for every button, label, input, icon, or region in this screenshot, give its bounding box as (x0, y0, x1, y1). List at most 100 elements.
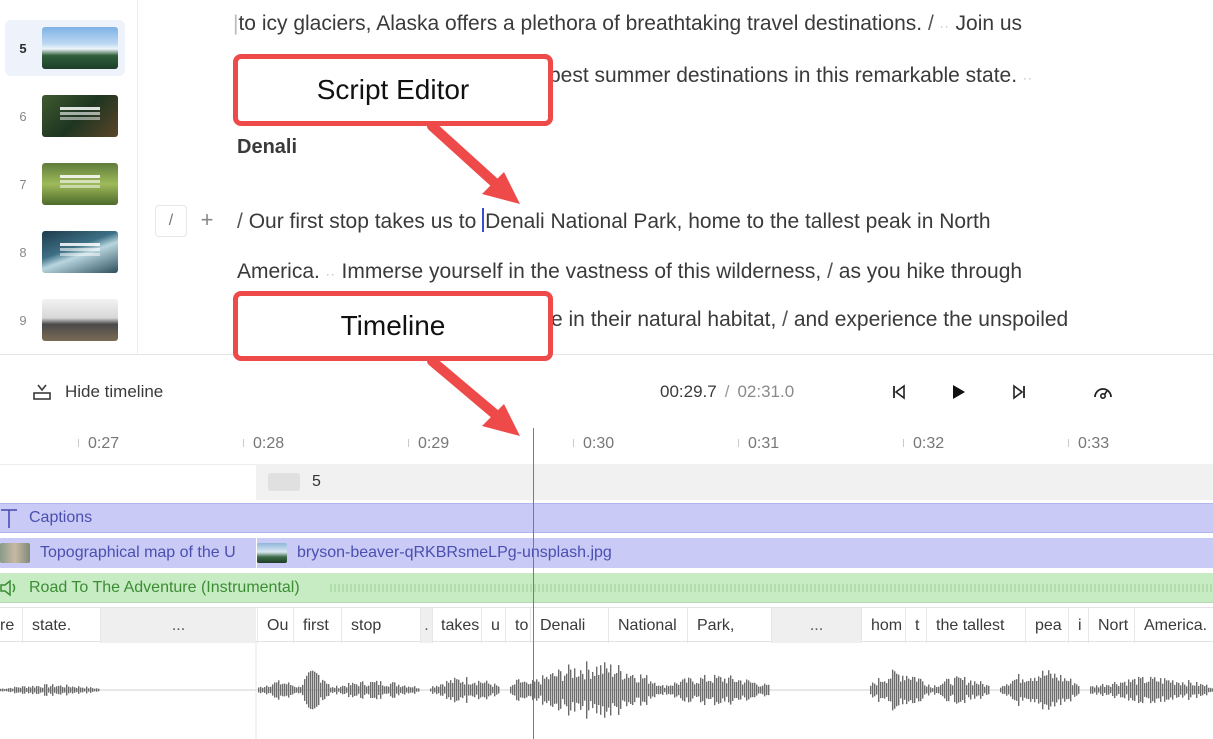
waveform-bar (922, 681, 924, 699)
waveform-bar (1098, 687, 1100, 693)
slide-thumbnail-9[interactable]: 9 (5, 292, 125, 348)
waveform-bar (570, 669, 572, 711)
waveform-bar (974, 681, 976, 699)
word-chip[interactable]: stop (341, 608, 420, 643)
waveform-bar (84, 688, 86, 692)
waveform-bar (758, 686, 760, 694)
waveform-bar (50, 686, 52, 694)
script-line[interactable]: best summer destinations in this remarka… (549, 64, 1033, 88)
waveform-bar (430, 688, 432, 692)
waveform-bar (612, 676, 614, 704)
word-chip[interactable]: to (505, 608, 530, 643)
slide-thumbnail-8[interactable]: 8 (5, 224, 125, 280)
insert-slash-button[interactable]: / (155, 205, 187, 237)
waveform-bar (372, 681, 374, 699)
waveform-bar (1094, 687, 1096, 693)
waveform-bar (654, 682, 656, 698)
waveform-bar (1176, 682, 1178, 698)
word-chip[interactable]: takes (432, 608, 481, 643)
waveform-bar (716, 677, 718, 703)
slide-thumbnail-6[interactable]: 6 (5, 88, 125, 144)
timeline-ruler[interactable]: 0:27 0:28 0:29 0:30 0:31 0:32 0:33 (0, 426, 1213, 462)
script-line[interactable]: |to icy glaciers, Alaska offers a pletho… (233, 12, 1022, 36)
waveform-bar (600, 665, 602, 715)
word-chip[interactable]: first (293, 608, 341, 643)
word-chip[interactable]: Ou (257, 608, 293, 643)
waveform-bar (714, 674, 716, 706)
script-line-active[interactable]: / Our first stop takes us to Denali Nati… (237, 208, 991, 234)
word-chip[interactable]: t (905, 608, 926, 643)
waveform-bar (1178, 682, 1180, 698)
playback-speed-button[interactable] (1091, 381, 1115, 403)
waveform-bar (926, 686, 928, 694)
word-chip[interactable]: Park, (687, 608, 771, 643)
word-chip[interactable]: America. (1134, 608, 1213, 643)
media-clip-label: Topographical map of the U (40, 544, 236, 561)
waveform-bar (262, 687, 264, 693)
script-line[interactable]: e in their natural habitat, / and experi… (551, 308, 1068, 332)
waveform-bar (310, 671, 312, 709)
skip-back-button[interactable] (887, 381, 911, 403)
waveform-bar (1174, 684, 1176, 696)
script-text: e in their natural habitat, (551, 308, 777, 331)
waveform-bar (278, 680, 280, 700)
captions-track[interactable]: Captions (0, 503, 1213, 533)
word-chip[interactable]: state. (22, 608, 100, 643)
current-time: 00:29.7 (660, 382, 717, 401)
word-chip[interactable]: u (481, 608, 505, 643)
word-chip[interactable]: Nort (1088, 608, 1134, 643)
pause-chip[interactable]: ... (771, 608, 861, 643)
add-line-button[interactable]: + (195, 205, 219, 237)
word-chip[interactable]: re (0, 608, 22, 643)
waveform-bar (298, 686, 300, 694)
skip-back-icon (893, 384, 905, 400)
captions-label: Captions (29, 509, 93, 526)
voice-waveform-track[interactable] (0, 642, 1213, 739)
waveform-bar (578, 676, 580, 704)
music-track[interactable]: Road To The Adventure (Instrumental) (0, 573, 1213, 603)
waveform-bar (1186, 686, 1188, 694)
scene-heading[interactable]: Denali (237, 136, 297, 159)
waveform-bar (712, 682, 714, 698)
slide-thumbnail-5[interactable]: 5 (5, 20, 125, 76)
waveform-bar (380, 681, 382, 699)
word-chip[interactable]: the tallest (926, 608, 1025, 643)
pause-chip[interactable]: . (420, 608, 432, 643)
playhead[interactable] (533, 428, 534, 739)
word-chip[interactable]: i (1068, 608, 1088, 643)
waveform-bar (740, 680, 742, 700)
waveform-bar (542, 675, 544, 705)
scene-track-previous[interactable] (0, 464, 256, 500)
slide-image (42, 95, 118, 137)
waveform-bar (1182, 682, 1184, 698)
media-clip-bryson-beaver[interactable]: bryson-beaver-qRKBRsmeLPg-unsplash.jpg (257, 538, 1213, 568)
waveform-bar (304, 679, 306, 701)
waveform-bar (618, 665, 620, 715)
waveform-bar (1160, 678, 1162, 702)
waveform-bar (1114, 681, 1116, 699)
play-button[interactable] (946, 381, 970, 403)
waveform-bar (384, 686, 386, 694)
waveform-bar (1040, 677, 1042, 703)
skip-forward-button[interactable] (1007, 381, 1031, 403)
waveform-bar (94, 688, 96, 692)
hide-timeline-button[interactable]: Hide timeline (32, 381, 163, 403)
word-chip[interactable]: National (608, 608, 687, 643)
waveform-bar (58, 685, 60, 695)
waveform-bar (622, 679, 624, 701)
script-line[interactable]: America. ·· Immerse yourself in the vast… (237, 260, 1022, 284)
scene-track[interactable]: 5 (256, 464, 1213, 500)
waveform-bar (258, 687, 260, 693)
word-chip[interactable]: pea (1025, 608, 1068, 643)
word-chip[interactable]: hom (861, 608, 905, 643)
pause-chip[interactable]: ... (100, 608, 256, 643)
waveform-bar (46, 684, 48, 696)
waveform-bar (534, 681, 536, 699)
waveform-bar (670, 685, 672, 695)
hide-timeline-label: Hide timeline (65, 382, 164, 401)
waveform-bar (752, 682, 754, 698)
waveform-bar (302, 684, 304, 696)
media-clip-topographical-map[interactable]: Topographical map of the U (0, 538, 256, 568)
word-chip[interactable]: Denali (530, 608, 608, 643)
slide-thumbnail-7[interactable]: 7 (5, 156, 125, 212)
